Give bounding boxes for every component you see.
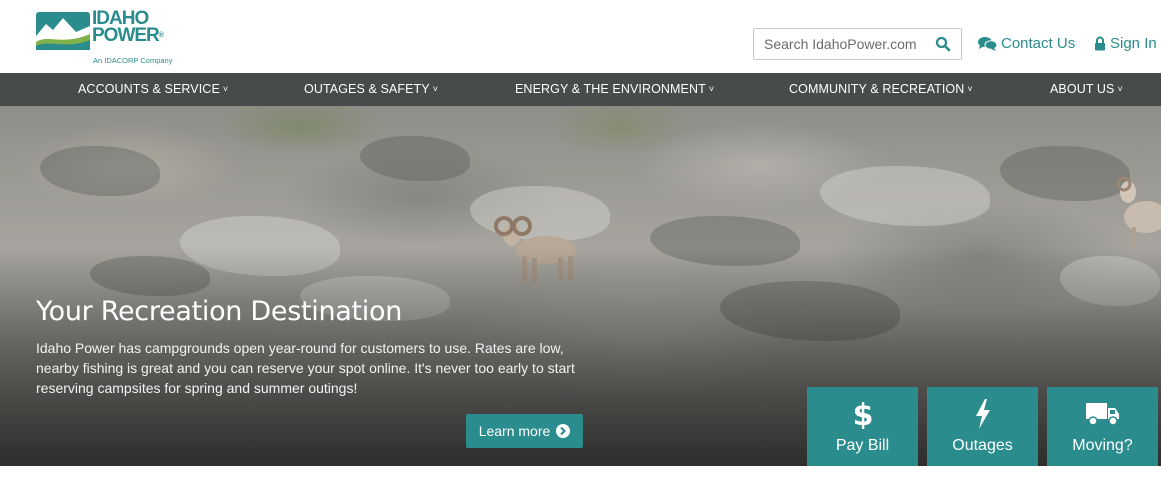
chevron-down-icon: ˅ [967, 84, 973, 94]
nav-item-label: ACCOUNTS & SERVICE [78, 82, 220, 96]
nav-item-energy-environment[interactable]: ENERGY & THE ENVIRONMENT ˅ [515, 73, 714, 106]
nav-item-label: COMMUNITY & RECREATION [789, 82, 965, 96]
contact-us-label: Contact Us [1001, 35, 1076, 52]
pay-bill-button[interactable]: $ Pay Bill [807, 387, 918, 466]
chevron-down-icon: ˅ [222, 84, 229, 94]
chat-bubbles-icon [978, 37, 997, 51]
lock-icon [1095, 36, 1105, 51]
sign-in-label: Sign In [1110, 35, 1157, 52]
truck-icon [1085, 403, 1119, 426]
hero-title: Your Recreation Destination [36, 296, 403, 327]
idaho-power-logo[interactable]: IDAHO POWER® An IDACORP Company [36, 8, 181, 68]
chevron-down-icon: ˅ [1117, 84, 1123, 94]
nav-item-label: OUTAGES & SAFETY [304, 82, 430, 96]
learn-more-button[interactable]: Learn more [466, 414, 583, 448]
sign-in-link[interactable]: Sign In [1094, 35, 1157, 52]
lightning-bolt-icon [975, 399, 990, 429]
nav-item-about-us[interactable]: ABOUT US ˅ [1050, 73, 1123, 106]
search-icon[interactable] [935, 36, 951, 52]
nav-item-outages-safety[interactable]: OUTAGES & SAFETY ˅ [304, 73, 438, 106]
moving-label: Moving? [1072, 437, 1133, 454]
main-navigation: ACCOUNTS & SERVICE ˅ OUTAGES & SAFETY ˅ EN… [0, 73, 1161, 106]
pay-bill-label: Pay Bill [835, 437, 890, 454]
site-header: IDAHO POWER® An IDACORP Company Contact … [0, 0, 1161, 73]
outages-button[interactable]: Outages [927, 387, 1038, 466]
bighorn-sheep-image [1116, 176, 1161, 249]
chevron-down-icon: ˅ [432, 84, 439, 94]
dollar-icon: $ [852, 399, 873, 429]
nav-item-accounts-service[interactable]: ACCOUNTS & SERVICE ˅ [78, 73, 228, 106]
search-box[interactable] [753, 28, 962, 60]
contact-us-link[interactable]: Contact Us [978, 35, 1075, 52]
search-input[interactable] [754, 30, 924, 58]
page-bottom-spacer [0, 466, 1161, 488]
svg-text:$: $ [852, 399, 873, 429]
chevron-down-icon: ˅ [708, 84, 715, 94]
hero-banner: Your Recreation Destination Idaho Power … [0, 106, 1161, 466]
nav-item-community-recreation[interactable]: COMMUNITY & RECREATION ˅ [789, 73, 973, 106]
nav-item-label: ABOUT US [1050, 82, 1115, 96]
nav-item-label: ENERGY & THE ENVIRONMENT [515, 82, 706, 96]
outages-label: Outages [952, 437, 1013, 454]
hero-description: Idaho Power has campgrounds open year-ro… [36, 340, 575, 396]
moving-button[interactable]: Moving? [1047, 387, 1158, 466]
logo-tagline: An IDACORP Company [93, 56, 173, 65]
learn-more-label: Learn more [478, 423, 551, 439]
arrow-circle-right-icon [556, 424, 571, 438]
logo-wordmark: IDAHO POWER® [92, 8, 164, 46]
mountain-river-logo-icon [36, 12, 90, 50]
